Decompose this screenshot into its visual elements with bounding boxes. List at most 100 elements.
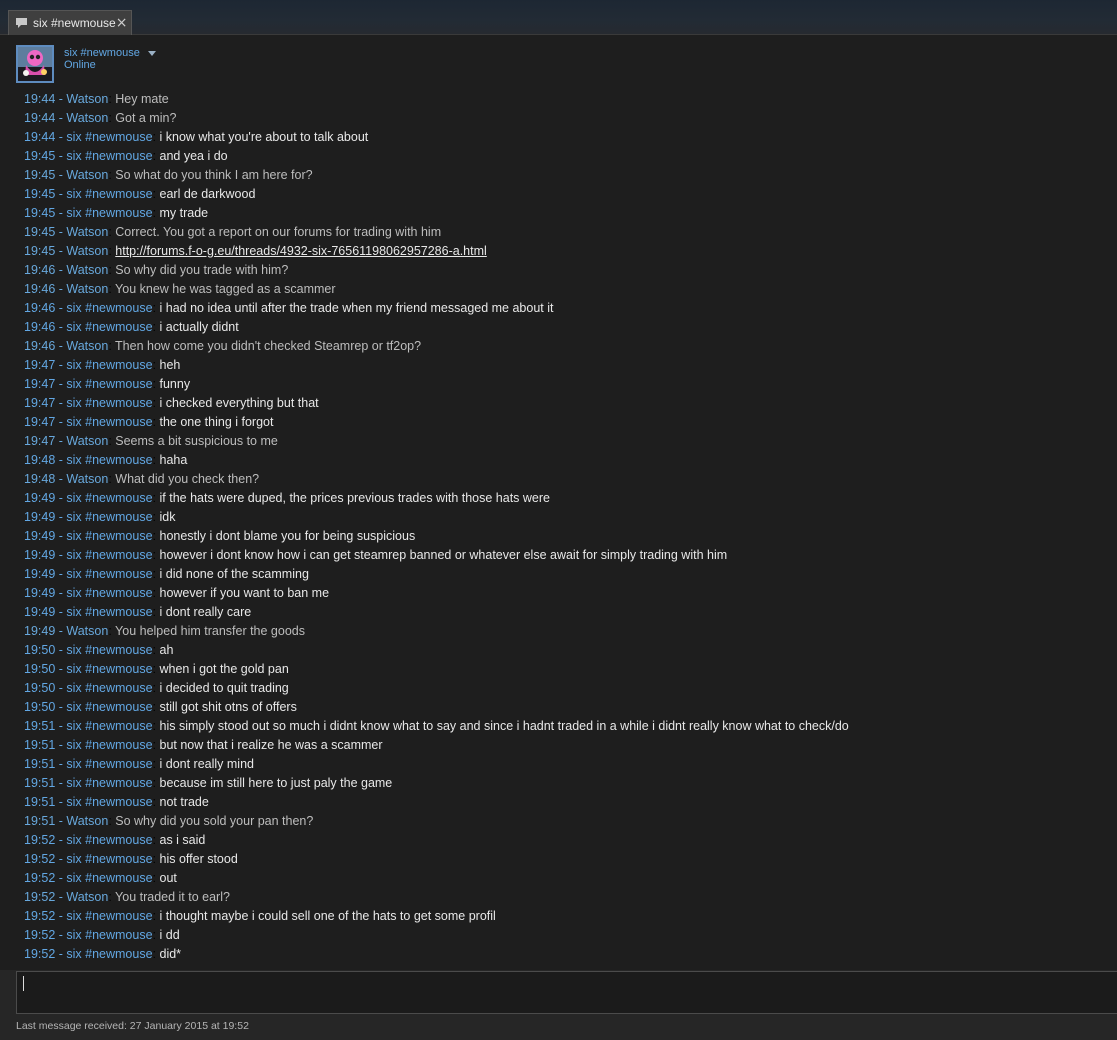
tab-bar: six #newmouse × [0,0,1117,35]
message-input[interactable] [16,971,1117,1014]
chat-message: 19:50 - six #newmouse: i decided to quit… [24,681,289,695]
message-sender: six #newmouse [66,149,153,163]
message-sender: six #newmouse [66,776,153,790]
chat-message: 19:52 - six #newmouse: did* [24,947,182,961]
message-sender: six #newmouse [66,909,153,923]
chevron-down-icon[interactable] [147,50,156,56]
message-time: 19:48 [24,472,56,486]
message-sender: Watson [66,339,109,353]
message-meta: 19:50 - six #newmouse [24,643,153,657]
message-text: Correct. You got a report on our forums … [115,225,442,239]
message-text: i actually didnt [159,320,239,334]
chat-message: 19:47 - six #newmouse: heh [24,358,181,372]
message-meta: 19:51 - six #newmouse [24,738,153,752]
message-text: So what do you think I am here for? [115,168,313,182]
chat-message: 19:50 - six #newmouse: ah [24,643,174,657]
message-sender: six #newmouse [66,320,153,334]
message-text: Then how come you didn't checked Steamre… [115,339,422,353]
message-time: 19:50 [24,700,56,714]
chat-message: 19:49 - six #newmouse: however if you wa… [24,586,330,600]
chat-message: 19:49 - six #newmouse: idk [24,510,176,524]
message-meta: 19:52 - six #newmouse [24,852,153,866]
message-text: however i dont know how i can get steamr… [159,548,728,562]
message-time: 19:49 [24,605,56,619]
chat-message: 19:50 - six #newmouse: when i got the go… [24,662,289,676]
message-text: You helped him transfer the goods [115,624,305,638]
message-text: i know what you're about to talk about [159,130,369,144]
message-link[interactable]: http://forums.f-o-g.eu/threads/4932-six-… [115,244,487,258]
message-time: 19:49 [24,548,56,562]
friend-name-dropdown[interactable]: six #newmouse [64,47,156,59]
message-time: 19:49 [24,529,56,543]
message-time: 19:44 [24,130,56,144]
message-meta: 19:51 - six #newmouse [24,795,153,809]
message-meta: 19:48 - Watson [24,472,109,486]
message-sender: Watson [66,168,109,182]
message-sender: six #newmouse [66,662,153,676]
message-time: 19:45 [24,225,56,239]
chat-message: 19:45 - six #newmouse: my trade [24,206,209,220]
message-text: i checked everything but that [159,396,319,410]
message-time: 19:45 [24,244,56,258]
message-sender: Watson [66,434,109,448]
chat-message: 19:49 - six #newmouse: honestly i dont b… [24,529,416,543]
message-sender: six #newmouse [66,947,153,961]
message-sender: six #newmouse [66,206,153,220]
message-text: ah [159,643,174,657]
message-text: but now that i realize he was a scammer [159,738,383,752]
tab-close-button[interactable]: × [116,15,128,31]
message-sender: Watson [66,92,109,106]
chat-message: 19:45 - Watson: http://forums.f-o-g.eu/t… [24,244,487,258]
message-time: 19:45 [24,206,56,220]
message-text: because im still here to just paly the g… [159,776,393,790]
message-text: if the hats were duped, the prices previ… [159,491,551,505]
message-meta: 19:50 - six #newmouse [24,700,153,714]
chat-message: 19:44 - Watson: Got a min? [24,111,177,125]
message-text: Hey mate [115,92,169,106]
message-text: haha [159,453,188,467]
message-text: You knew he was tagged as a scammer [115,282,336,296]
chat-message: 19:51 - six #newmouse: not trade [24,795,209,809]
message-sender: six #newmouse [66,358,153,372]
message-time: 19:50 [24,643,56,657]
chat-message: 19:47 - six #newmouse: i checked everyth… [24,396,319,410]
message-time: 19:48 [24,453,56,467]
chat-panel: six #newmouse Online 19:44 - Watson: Hey… [0,35,1117,970]
message-meta: 19:49 - six #newmouse [24,605,153,619]
message-text: his offer stood [159,852,238,866]
message-sender: six #newmouse [66,130,153,144]
message-sender: Watson [66,472,109,486]
text-cursor [23,976,24,991]
message-sender: Watson [66,111,109,125]
friend-name: six #newmouse [64,47,140,59]
avatar[interactable] [16,45,54,83]
chat-message: 19:47 - six #newmouse: the one thing i f… [24,415,274,429]
message-meta: 19:49 - six #newmouse [24,491,153,505]
message-sender: six #newmouse [66,795,153,809]
message-text: i dd [159,928,180,942]
message-meta: 19:49 - six #newmouse [24,510,153,524]
message-meta: 19:47 - Watson [24,434,109,448]
message-sender: six #newmouse [66,605,153,619]
tab-six-newmouse[interactable]: six #newmouse × [8,10,132,35]
message-time: 19:44 [24,111,56,125]
message-meta: 19:51 - six #newmouse [24,719,153,733]
chat-message: 19:51 - six #newmouse: because im still … [24,776,393,790]
message-time: 19:45 [24,149,56,163]
message-text: his simply stood out so much i didnt kno… [159,719,849,733]
chat-message: 19:49 - six #newmouse: i dont really car… [24,605,252,619]
chat-message: 19:51 - six #newmouse: his simply stood … [24,719,849,733]
chat-window: six #newmouse × six #newmouse Online 19:… [0,0,1117,1040]
message-sender: six #newmouse [66,757,153,771]
message-time: 19:51 [24,795,56,809]
message-text: heh [159,358,181,372]
message-sender: six #newmouse [66,567,153,581]
message-meta: 19:44 - Watson [24,111,109,125]
message-sender: six #newmouse [66,738,153,752]
friend-status: Online [64,59,96,71]
message-time: 19:44 [24,92,56,106]
chat-message: 19:51 - six #newmouse: but now that i re… [24,738,383,752]
message-sender: six #newmouse [66,700,153,714]
chat-message: 19:46 - six #newmouse: i actually didnt [24,320,239,334]
chat-message: 19:48 - Watson: What did you check then? [24,472,260,486]
